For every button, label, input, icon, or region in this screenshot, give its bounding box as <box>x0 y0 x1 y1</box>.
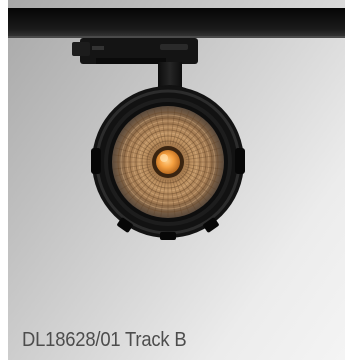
track-rail <box>8 8 345 38</box>
track-adapter <box>72 38 198 64</box>
product-photo-panel: DL18628/01 Track B <box>0 0 345 360</box>
product-caption: DL18628/01 Track B <box>22 329 187 351</box>
track-spotlight-image <box>8 8 345 240</box>
led-core <box>156 150 180 174</box>
